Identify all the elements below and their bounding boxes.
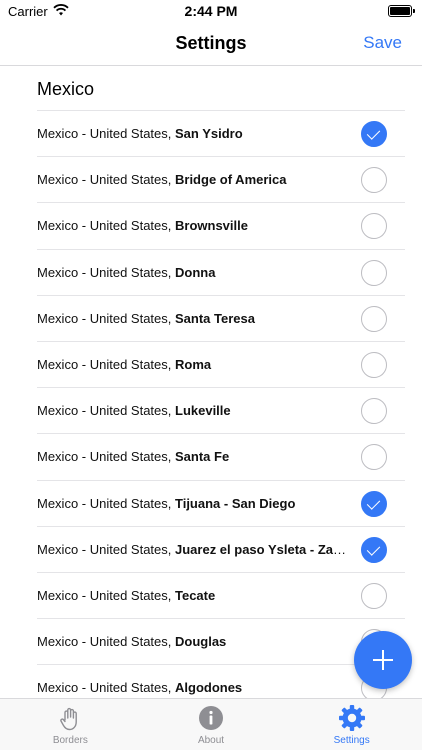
crossing-list: Mexico - United States, San Ysidro Mexico… bbox=[0, 110, 422, 698]
tab-label-about: About bbox=[197, 735, 225, 746]
empty-circle-icon[interactable] bbox=[361, 398, 387, 425]
tab-label-borders: Borders bbox=[52, 735, 88, 746]
crossing-label: Mexico - United States, Juarez el paso Y… bbox=[37, 542, 351, 557]
list-item[interactable]: Mexico - United States, Santa Fe bbox=[37, 433, 405, 479]
info-icon bbox=[199, 706, 223, 730]
hand-icon bbox=[60, 707, 78, 731]
list-item[interactable]: Mexico - United States, Juarez el paso Y… bbox=[37, 525, 405, 572]
tab-bar: Borders About Settings bbox=[0, 698, 422, 750]
navigation-bar: Settings Save bbox=[0, 24, 422, 66]
settings-content: Mexico Mexico - United States, San Ysidr… bbox=[0, 66, 422, 698]
crossing-label: Mexico - United States, Roma bbox=[37, 357, 351, 372]
list-item[interactable]: Mexico - United States, Tijuana - San Di… bbox=[37, 479, 405, 526]
crossing-name: Tecate bbox=[175, 587, 216, 603]
empty-circle-icon[interactable] bbox=[361, 259, 387, 286]
crossing-country-pair: Mexico - United States, bbox=[37, 310, 175, 326]
empty-circle-icon[interactable] bbox=[361, 444, 387, 471]
crossing-country-pair: Mexico - United States, bbox=[37, 587, 175, 603]
page-title: Settings bbox=[175, 33, 247, 53]
empty-circle-icon[interactable] bbox=[361, 351, 387, 378]
gear-icon bbox=[338, 705, 365, 731]
crossing-country-pair: Mexico - United States, bbox=[37, 357, 175, 373]
tab-label-settings: Settings bbox=[333, 735, 370, 746]
crossing-label: Mexico - United States, Algodones bbox=[37, 680, 351, 695]
crossing-label: Mexico - United States, Bridge of Americ… bbox=[37, 172, 351, 187]
save-button[interactable]: Save bbox=[363, 33, 402, 53]
crossing-name: Roma bbox=[175, 357, 212, 373]
crossing-name: Tijuana - San Diego bbox=[175, 495, 296, 511]
tab-about[interactable]: About bbox=[141, 699, 282, 750]
list-item[interactable]: Mexico - United States, Roma bbox=[37, 340, 405, 387]
crossing-country-pair: Mexico - United States, bbox=[37, 218, 175, 234]
battery-icon bbox=[388, 5, 415, 17]
list-item[interactable]: Mexico - United States, Algodones bbox=[37, 664, 405, 698]
crossing-name: Algodones bbox=[175, 680, 243, 696]
list-item[interactable]: Mexico - United States, Santa Teresa bbox=[37, 294, 405, 341]
checkmark-icon[interactable] bbox=[361, 490, 387, 517]
list-item[interactable]: Mexico - United States, San Ysidro bbox=[37, 110, 405, 156]
list-item[interactable]: Mexico - United States, Bridge of Americ… bbox=[37, 156, 405, 202]
crossing-label: Mexico - United States, Santa Teresa bbox=[37, 311, 351, 326]
empty-circle-icon[interactable] bbox=[361, 582, 387, 609]
crossing-label: Mexico - United States, Lukeville bbox=[37, 403, 351, 418]
tab-settings[interactable]: Settings bbox=[281, 699, 422, 750]
empty-circle-icon[interactable] bbox=[361, 167, 387, 194]
crossing-country-pair: Mexico - United States, bbox=[37, 680, 175, 696]
crossing-country-pair: Mexico - United States, bbox=[37, 495, 175, 511]
crossing-name: Santa Teresa bbox=[175, 310, 255, 326]
crossing-name: Santa Fe bbox=[175, 449, 230, 465]
crossing-country-pair: Mexico - United States, bbox=[37, 541, 175, 557]
crossing-country-pair: Mexico - United States, bbox=[37, 403, 175, 419]
crossing-name: Donna bbox=[175, 264, 216, 280]
crossing-name: Lukeville bbox=[175, 403, 231, 419]
crossing-name: Brownsville bbox=[175, 218, 248, 234]
section-header: Mexico bbox=[37, 79, 95, 99]
status-bar: Carrier 2:44 PM bbox=[0, 0, 422, 24]
crossing-label: Mexico - United States, Douglas bbox=[37, 634, 351, 649]
list-item[interactable]: Mexico - United States, Donna bbox=[37, 248, 405, 295]
crossing-country-pair: Mexico - United States, bbox=[37, 449, 175, 465]
checkmark-icon[interactable] bbox=[361, 536, 387, 563]
status-time: 2:44 PM bbox=[184, 3, 238, 19]
crossing-name: San Ysidro bbox=[175, 126, 243, 142]
crossing-name: Douglas bbox=[175, 634, 227, 650]
crossing-name: Bridge of America bbox=[175, 172, 287, 188]
list-item[interactable]: Mexico - United States, Brownsville bbox=[37, 202, 405, 248]
crossing-country-pair: Mexico - United States, bbox=[37, 264, 175, 280]
add-button[interactable] bbox=[354, 631, 412, 689]
empty-circle-icon[interactable] bbox=[361, 305, 387, 332]
crossing-label: Mexico - United States, Brownsville bbox=[37, 218, 351, 233]
list-item[interactable]: Mexico - United States, Tecate bbox=[37, 571, 405, 618]
crossing-country-pair: Mexico - United States, bbox=[37, 172, 175, 188]
crossing-label: Mexico - United States, Donna bbox=[37, 265, 351, 280]
crossing-label: Mexico - United States, Tijuana - San Di… bbox=[37, 496, 351, 511]
crossing-label: Mexico - United States, San Ysidro bbox=[37, 126, 351, 141]
list-item[interactable]: Mexico - United States, Lukeville bbox=[37, 387, 405, 433]
tab-borders[interactable]: Borders bbox=[0, 699, 141, 750]
crossing-country-pair: Mexico - United States, bbox=[37, 126, 175, 142]
empty-circle-icon[interactable] bbox=[361, 213, 387, 240]
crossing-country-pair: Mexico - United States, bbox=[37, 634, 175, 650]
list-item[interactable]: Mexico - United States, Douglas bbox=[37, 618, 405, 664]
crossing-name: Juarez el paso Ysleta - Zaragoza bbox=[175, 541, 351, 557]
crossing-label: Mexico - United States, Santa Fe bbox=[37, 449, 351, 464]
checkmark-icon[interactable] bbox=[361, 121, 387, 147]
crossing-label: Mexico - United States, Tecate bbox=[37, 588, 351, 603]
